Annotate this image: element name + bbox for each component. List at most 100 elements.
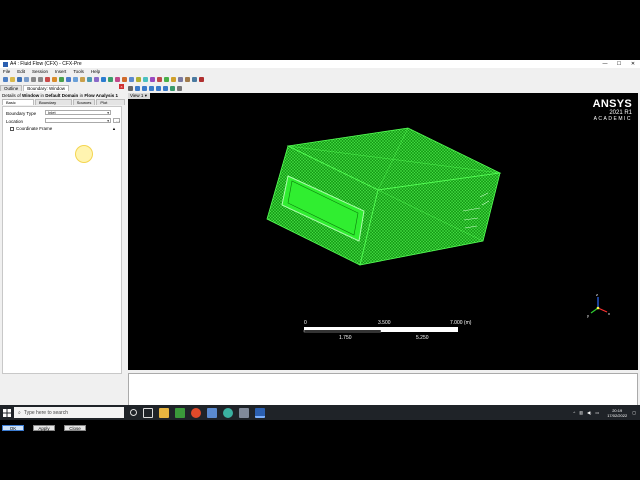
cortana-icon[interactable] <box>130 409 137 416</box>
monitor-icon[interactable] <box>115 76 120 82</box>
open-icon[interactable] <box>10 76 15 82</box>
close-button[interactable]: ✕ <box>626 60 640 68</box>
scale-label-0: 0 <box>304 320 307 326</box>
chevron-down-icon: ▾ <box>107 119 109 123</box>
mesh-icon[interactable] <box>94 76 99 82</box>
window-controls: — ☐ ✕ <box>598 60 640 68</box>
menu-file[interactable]: File <box>3 69 10 74</box>
boundary-type-value: Inlet <box>48 110 56 115</box>
3d-viewport[interactable]: ANSYS 2021 R1 ACADEMIC 0 3.500 7.000 (m)… <box>128 93 638 370</box>
location-select[interactable]: ▾ <box>45 118 111 123</box>
zoom-box-icon[interactable] <box>156 86 161 91</box>
panel-buttons: OK Apply Close <box>2 425 86 431</box>
scale-bar: 0 3.500 7.000 (m) 1.750 5.250 <box>303 320 472 341</box>
source-icon[interactable] <box>80 76 85 82</box>
details-in-1: in <box>40 93 45 98</box>
tab-sources[interactable]: Sources <box>72 99 96 105</box>
chrome-icon[interactable] <box>191 407 201 418</box>
expression-icon[interactable] <box>122 76 127 82</box>
boundary-icon[interactable] <box>66 76 71 82</box>
menu-tools[interactable]: Tools <box>73 69 84 74</box>
stop-icon[interactable] <box>199 76 204 82</box>
save-icon[interactable] <box>17 76 22 82</box>
material-icon[interactable] <box>129 76 134 82</box>
cfx-pre-icon[interactable] <box>255 407 265 418</box>
basic-settings-form: Boundary Type Inlet ▾ Location ▾ … Coord… <box>2 106 122 374</box>
coordinate-frame-checkbox[interactable] <box>10 127 14 131</box>
solver-control-icon[interactable] <box>101 76 106 82</box>
axis-triad: z x y <box>587 292 610 318</box>
domain-icon[interactable] <box>59 76 64 82</box>
minimize-button[interactable]: — <box>598 60 612 68</box>
excel-icon[interactable] <box>175 407 185 418</box>
report-icon[interactable] <box>185 76 190 82</box>
app-icon-2[interactable] <box>239 407 249 418</box>
tab-basic-settings[interactable]: Basic Settings <box>2 99 34 111</box>
menu-session[interactable]: Session <box>32 69 48 74</box>
menu-edit[interactable]: Edit <box>17 69 25 74</box>
import-icon[interactable] <box>24 76 29 82</box>
pan-icon[interactable] <box>142 86 147 91</box>
maximize-button[interactable]: ☐ <box>612 60 626 68</box>
main-toolbar <box>0 75 300 83</box>
apply-button[interactable]: Apply <box>33 425 55 431</box>
zoom-icon[interactable] <box>149 86 154 91</box>
boundary-type-label: Boundary Type <box>6 111 37 116</box>
run-solver-icon[interactable] <box>164 76 169 82</box>
output-control-icon[interactable] <box>108 76 113 82</box>
undo-icon[interactable] <box>31 76 36 82</box>
expand-icon[interactable]: ▲ <box>112 126 116 131</box>
view-selector[interactable]: View 1 ▾ <box>128 93 150 99</box>
workbench-icon[interactable] <box>207 407 217 418</box>
ccl-editor-icon[interactable] <box>171 76 176 82</box>
edit-icon[interactable] <box>52 76 57 82</box>
title-bar: A4 : Fluid Flow (CFX) - CFX-Pre — ☐ ✕ <box>0 60 640 68</box>
reaction-icon[interactable] <box>136 76 141 82</box>
file-explorer-icon[interactable] <box>159 407 169 418</box>
chevron-down-icon: ▾ <box>107 111 109 115</box>
variable-icon[interactable] <box>150 76 155 82</box>
scale-label-q3: 5.250 <box>416 335 429 341</box>
subdomain-icon[interactable] <box>73 76 78 82</box>
close-panel-icon[interactable]: × <box>119 84 124 89</box>
keyboard-icon[interactable]: ▭ <box>595 410 599 415</box>
scale-label-max: 7.000 (m) <box>450 320 472 326</box>
location-browse-button[interactable]: … <box>113 118 120 123</box>
media-icon[interactable] <box>223 407 233 418</box>
select-icon[interactable] <box>128 86 133 91</box>
search-placeholder: Type here to search <box>23 409 69 416</box>
tab-plot-options[interactable]: Plot Options <box>96 99 125 111</box>
probe-icon[interactable] <box>170 86 175 91</box>
task-view-icon[interactable] <box>143 407 153 418</box>
rotate-icon[interactable] <box>135 86 140 91</box>
close-dialog-button[interactable]: Close <box>64 425 86 431</box>
taskbar-clock[interactable]: 20:19 17/02/2022 <box>607 408 627 418</box>
taskbar-search-input[interactable]: ⌕ Type here to search <box>14 407 124 418</box>
fit-view-icon[interactable] <box>163 86 168 91</box>
write-solver-icon[interactable] <box>157 76 162 82</box>
delete-icon[interactable] <box>45 76 50 82</box>
menu-help[interactable]: Help <box>91 69 100 74</box>
notifications-icon[interactable]: ▢ <box>632 410 636 415</box>
view-icon[interactable] <box>192 76 197 82</box>
coordinate-frame-icon[interactable] <box>143 76 148 82</box>
chevron-up-icon[interactable]: ^ <box>573 410 575 415</box>
interface-icon[interactable] <box>87 76 92 82</box>
boundary-type-select[interactable]: Inlet ▾ <box>45 110 111 115</box>
settings-tabs: Basic Settings Boundary Details Sources … <box>2 99 126 111</box>
new-icon[interactable] <box>3 76 8 82</box>
tab-outline[interactable]: Outline <box>0 85 23 91</box>
viewport-layout-icon[interactable] <box>177 86 182 91</box>
volume-icon[interactable]: ◀) <box>587 410 591 415</box>
tab-boundary-window[interactable]: Boundary: Window <box>23 85 70 91</box>
menu-bar: File Edit Session Insert Tools Help <box>0 68 640 75</box>
details-in-2: in <box>79 93 84 98</box>
network-icon[interactable]: ▥ <box>579 410 583 415</box>
ok-button[interactable]: OK <box>2 425 24 431</box>
start-button[interactable] <box>0 405 14 420</box>
system-tray: ^ ▥ ◀) ▭ 20:19 17/02/2022 ▢ <box>573 405 636 420</box>
tab-boundary-details[interactable]: Boundary Details <box>34 99 72 111</box>
redo-icon[interactable] <box>38 76 43 82</box>
menu-insert[interactable]: Insert <box>55 69 66 74</box>
library-icon[interactable] <box>178 76 183 82</box>
